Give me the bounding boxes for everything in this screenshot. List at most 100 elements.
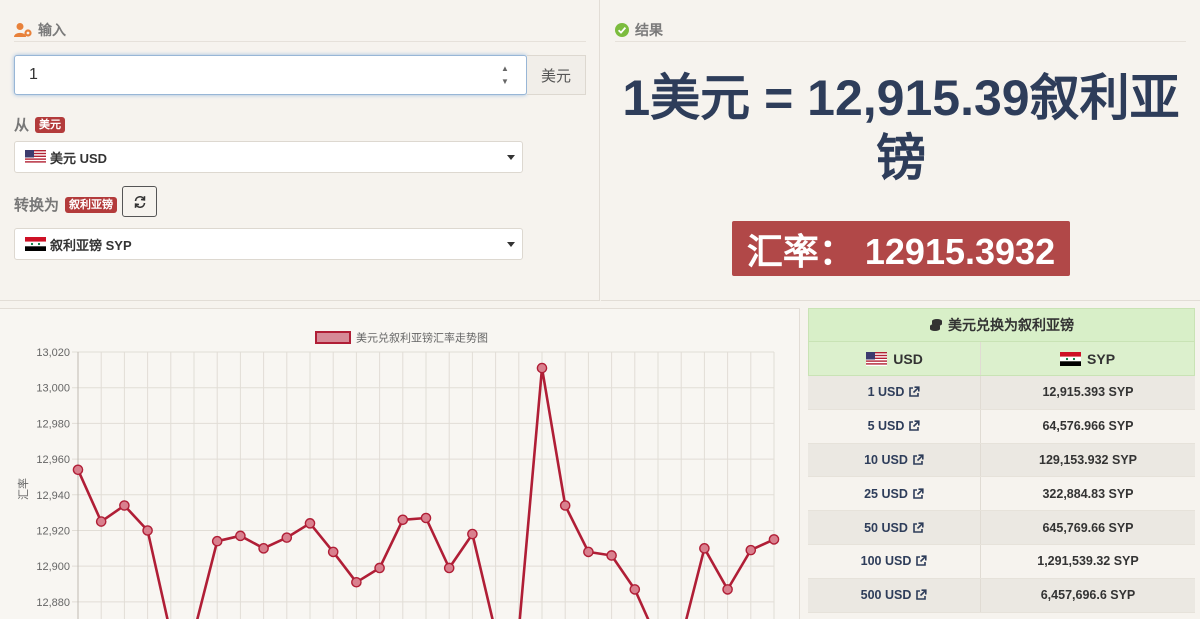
y-tick-label: 12,980 bbox=[36, 418, 70, 430]
table-row: 10 USD 129,153.932 SYP bbox=[808, 443, 1195, 478]
data-point bbox=[536, 362, 548, 374]
to-label-group: 转换为 叙利亚镑 bbox=[14, 194, 118, 215]
data-point bbox=[629, 584, 641, 595]
external-link-icon[interactable] bbox=[912, 488, 924, 500]
amount-stepper[interactable]: ▲ ▼ bbox=[498, 64, 512, 86]
amount-group: ▲ ▼ 美元 bbox=[14, 55, 586, 95]
external-link-icon[interactable] bbox=[912, 454, 924, 466]
table-row: 1 USD 12,915.393 SYP bbox=[808, 376, 1195, 410]
data-point bbox=[583, 546, 594, 558]
usd-amount[interactable]: 1 USD bbox=[868, 385, 905, 399]
syria-flag-icon bbox=[25, 237, 46, 251]
y-tick-label: 12,920 bbox=[36, 525, 70, 537]
external-link-icon[interactable] bbox=[915, 589, 927, 601]
data-point bbox=[211, 535, 223, 547]
table-header-syp: SYP bbox=[981, 342, 1194, 375]
usd-amount-link[interactable]: 10 USD bbox=[808, 443, 981, 477]
usd-amount[interactable]: 500 USD bbox=[861, 588, 912, 602]
usd-amount[interactable]: 50 USD bbox=[864, 521, 908, 535]
unit-addon: 美元 bbox=[527, 55, 586, 95]
syp-amount: 1,291,539.32 SYP bbox=[1037, 554, 1139, 569]
data-point bbox=[397, 514, 409, 526]
stepper-down-icon[interactable]: ▼ bbox=[501, 77, 509, 86]
swap-currencies-button[interactable] bbox=[122, 186, 157, 217]
data-point bbox=[420, 512, 432, 524]
y-tick-label: 12,900 bbox=[36, 561, 70, 573]
from-select-value: 美元 USD bbox=[50, 150, 108, 166]
chart-panel: 13,020 13,000 12,980 12,960 12,940 12,920 12,9… bbox=[0, 308, 800, 619]
table-header-usd: USD bbox=[809, 342, 982, 375]
data-point bbox=[95, 516, 107, 527]
input-panel: 输入 ▲ ▼ 美元 从 美元 美元 USD 转换为 叙利亚镑 bbox=[0, 0, 600, 301]
syria-flag-icon bbox=[1060, 351, 1082, 366]
amount-input[interactable] bbox=[14, 55, 527, 95]
usd-amount[interactable]: 10 USD bbox=[864, 453, 908, 467]
data-point bbox=[351, 576, 362, 588]
usd-amount-link[interactable]: 50 USD bbox=[808, 511, 981, 544]
to-currency-select[interactable]: 叙利亚镑 SYP bbox=[14, 228, 523, 260]
usd-amount-link[interactable]: 25 USD bbox=[808, 477, 981, 511]
stepper-up-icon[interactable]: ▲ bbox=[501, 64, 509, 73]
usd-amount[interactable]: 25 USD bbox=[864, 487, 908, 501]
syp-amount: 645,769.66 SYP bbox=[1042, 520, 1134, 535]
exchange-rate-badge: 汇率： 12915.3932 bbox=[732, 221, 1070, 276]
y-axis-label: 汇率 bbox=[16, 478, 30, 500]
external-link-icon[interactable] bbox=[912, 521, 924, 534]
conversion-result: 1美元 = 12,915.39叙利亚镑 bbox=[622, 70, 1180, 186]
usd-amount[interactable]: 100 USD bbox=[861, 554, 912, 568]
data-point bbox=[258, 543, 269, 554]
data-point bbox=[235, 530, 246, 542]
legend-label: 美元兑叙利亚镑汇率走势图 bbox=[356, 331, 488, 345]
to-label: 转换为 bbox=[14, 197, 60, 214]
from-currency-select[interactable]: 美元 USD bbox=[14, 141, 523, 173]
external-link-icon[interactable] bbox=[915, 555, 927, 567]
us-flag-icon bbox=[866, 351, 888, 366]
table-header: USD SYP bbox=[808, 342, 1195, 376]
data-point bbox=[699, 543, 710, 554]
rate-trend-chart: 13,020 13,000 12,980 12,960 12,940 12,920 12,9… bbox=[16, 331, 780, 619]
syp-amount: 129,153.932 SYP bbox=[1039, 452, 1137, 467]
legend-swatch bbox=[315, 331, 351, 344]
divider bbox=[615, 41, 1186, 42]
syp-amount: 64,576.966 SYP bbox=[1042, 419, 1134, 434]
us-flag-icon bbox=[25, 150, 46, 164]
syp-amount: 322,884.83 SYP bbox=[1042, 486, 1134, 501]
divider bbox=[14, 41, 586, 42]
data-point bbox=[443, 562, 455, 574]
conversion-table-panel: 美元兑换为叙利亚镑 USD SYP 1 USD 12,915.393 SYP 5… bbox=[808, 308, 1195, 619]
input-section-header: 输入 bbox=[14, 20, 66, 40]
syp-amount: 6,457,696.6 SYP bbox=[1040, 588, 1136, 603]
usd-amount-link[interactable]: 5 USD bbox=[808, 409, 981, 443]
y-tick-label: 13,020 bbox=[36, 347, 70, 359]
coins-icon bbox=[930, 319, 942, 331]
y-tick-label: 12,880 bbox=[36, 597, 70, 609]
syp-amount: 12,915.393 SYP bbox=[1042, 385, 1134, 400]
table-body: 1 USD 12,915.393 SYP 5 USD 64,576.966 SY… bbox=[808, 376, 1195, 613]
data-point bbox=[559, 500, 571, 511]
from-currency-badge: 美元 bbox=[35, 116, 66, 133]
check-circle-icon bbox=[615, 23, 629, 37]
data-point bbox=[281, 532, 293, 543]
external-link-icon[interactable] bbox=[908, 420, 921, 432]
to-select-value: 叙利亚镑 SYP bbox=[50, 237, 132, 253]
usd-amount-link[interactable]: 1 USD bbox=[808, 376, 981, 409]
table-row: 500 USD 6,457,696.6 SYP bbox=[808, 578, 1195, 613]
result-section-header: 结果 bbox=[615, 20, 663, 40]
data-point bbox=[722, 584, 733, 595]
refresh-icon bbox=[134, 195, 145, 208]
data-point bbox=[72, 464, 84, 476]
external-link-icon[interactable] bbox=[908, 386, 921, 398]
usd-amount-link[interactable]: 100 USD bbox=[808, 544, 981, 578]
usd-amount-link[interactable]: 500 USD bbox=[808, 578, 981, 612]
table-row: 50 USD 645,769.66 SYP bbox=[808, 511, 1195, 545]
from-label-group: 从 美元 bbox=[14, 114, 66, 135]
result-panel: 结果 1美元 = 12,915.39叙利亚镑 汇率： 12915.3932 bbox=[601, 0, 1200, 301]
data-point bbox=[119, 500, 130, 511]
y-tick-label: 12,960 bbox=[36, 454, 70, 466]
table-header-syp-label: SYP bbox=[1087, 350, 1116, 367]
data-point bbox=[467, 528, 478, 540]
usd-amount[interactable]: 5 USD bbox=[868, 419, 905, 433]
table-header-usd-label: USD bbox=[893, 350, 923, 367]
from-label: 从 bbox=[14, 117, 30, 134]
result-section-title: 结果 bbox=[635, 22, 663, 38]
